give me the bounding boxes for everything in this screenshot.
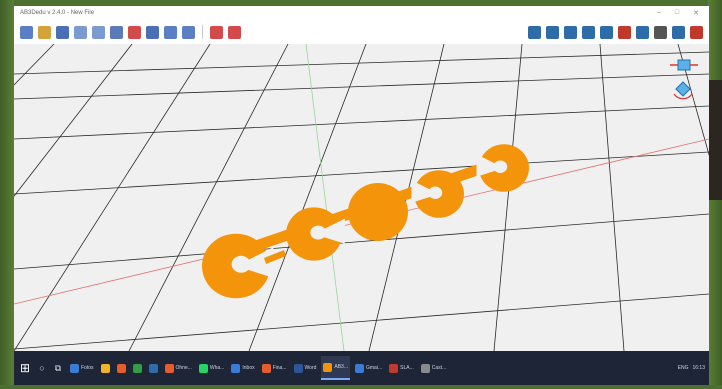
windows-taskbar: ⊞ ○ ⧉ Fotos Ohne... Wha... Inbox Fina... Word… xyxy=(14,351,709,385)
search-icon[interactable]: ○ xyxy=(36,363,48,373)
app-window: AB3Dedu v 2.4.0 - New File – □ ✕ xyxy=(14,6,709,351)
taskbar-app[interactable]: Wha... xyxy=(197,356,226,380)
taskbar-apps: Fotos Ohne... Wha... Inbox Fina... Word AB3...… xyxy=(68,356,448,380)
grid-icon[interactable] xyxy=(672,25,685,39)
scene-canvas[interactable] xyxy=(14,44,709,351)
app-icon xyxy=(293,363,303,373)
app-icon xyxy=(323,362,333,372)
app-icon xyxy=(389,363,399,373)
taskbar-app[interactable]: Ohne... xyxy=(163,356,194,380)
taskbar-app[interactable]: Fotos xyxy=(68,356,96,380)
toolbar-right xyxy=(528,25,703,39)
app-icon xyxy=(116,363,126,373)
share-icon[interactable] xyxy=(546,25,559,39)
app-icon xyxy=(355,363,364,373)
taskbar-app[interactable]: AB3... xyxy=(321,356,350,380)
main-toolbar xyxy=(14,20,709,44)
language-indicator[interactable]: ENG xyxy=(678,365,689,371)
delete-icon[interactable] xyxy=(128,25,141,39)
user-icon[interactable] xyxy=(528,25,541,39)
app-icon xyxy=(100,363,110,373)
app-label: Inbox xyxy=(242,365,255,371)
app-icon xyxy=(231,363,241,373)
app-icon xyxy=(148,363,158,373)
link-hole xyxy=(493,160,508,173)
app-label: Wha... xyxy=(209,365,225,371)
tools-icon[interactable] xyxy=(110,25,123,39)
print-icon[interactable] xyxy=(564,25,577,39)
taskbar-app[interactable] xyxy=(99,356,112,380)
app-label: Gmai... xyxy=(366,365,383,371)
taskbar-app[interactable]: Gmai... xyxy=(353,356,384,380)
system-tray: ENG 16:13 xyxy=(678,365,705,371)
measure-icon[interactable] xyxy=(182,25,195,39)
link-hole xyxy=(231,255,251,273)
cube-icon[interactable] xyxy=(690,25,703,39)
taskbar-app[interactable]: Cast... xyxy=(419,356,448,380)
open-folder-icon[interactable] xyxy=(38,25,51,39)
link-hole xyxy=(428,186,443,199)
app-icon xyxy=(132,363,142,373)
app-icon xyxy=(164,363,174,373)
frame-bottom xyxy=(0,385,722,389)
app-label: AB3... xyxy=(334,364,348,370)
title-bar: AB3Dedu v 2.4.0 - New File – □ ✕ xyxy=(14,6,709,20)
app-label: Cast... xyxy=(431,365,447,371)
app-icon xyxy=(420,363,430,373)
settings-icon[interactable] xyxy=(654,25,667,39)
clock[interactable]: 16:13 xyxy=(692,365,705,371)
group-icon[interactable] xyxy=(146,25,159,39)
taskbar-app[interactable]: Fina... xyxy=(260,356,289,380)
app-label: SLA... xyxy=(400,365,414,371)
undo-icon[interactable] xyxy=(74,25,87,39)
app-label: Fotos xyxy=(81,365,94,371)
taskbar-app[interactable] xyxy=(147,356,160,380)
app-icon xyxy=(261,363,271,373)
app-icon xyxy=(198,363,208,373)
layers-icon[interactable] xyxy=(210,25,223,39)
shield-icon[interactable] xyxy=(618,25,631,39)
copy-icon[interactable] xyxy=(164,25,177,39)
window-controls: – □ ✕ xyxy=(657,9,699,17)
close-button[interactable]: ✕ xyxy=(693,9,699,17)
taskbar-app[interactable]: SLA... xyxy=(387,356,416,380)
frame-left xyxy=(0,0,14,389)
minimize-button[interactable]: – xyxy=(657,9,661,17)
link-hole xyxy=(310,225,327,240)
save-icon[interactable] xyxy=(56,25,69,39)
task-view-icon[interactable]: ⧉ xyxy=(52,363,64,374)
chain-disc xyxy=(348,183,408,241)
app-label: Ohne... xyxy=(175,365,192,371)
window-title: AB3Dedu v 2.4.0 - New File xyxy=(20,10,95,16)
redo-icon[interactable] xyxy=(92,25,105,39)
view-icon[interactable] xyxy=(228,25,241,39)
maximize-button[interactable]: □ xyxy=(675,9,679,17)
taskbar-app[interactable] xyxy=(131,356,144,380)
app-label: Word xyxy=(304,365,317,371)
app-label: Fina... xyxy=(272,365,287,371)
taskbar-app[interactable]: Word xyxy=(292,356,319,380)
taskbar-app[interactable]: Inbox xyxy=(229,356,256,380)
view-cube-icon[interactable] xyxy=(677,59,691,71)
start-button[interactable]: ⊞ xyxy=(18,361,32,375)
3d-viewport[interactable] xyxy=(14,44,709,351)
material-icon[interactable] xyxy=(636,25,649,39)
slice-icon[interactable] xyxy=(582,25,595,39)
new-file-icon[interactable] xyxy=(20,25,33,39)
toolbar-separator xyxy=(202,25,203,39)
background-strip xyxy=(708,80,722,200)
toolbar-left xyxy=(20,25,241,39)
taskbar-app[interactable] xyxy=(115,356,128,380)
fullscreen-icon[interactable] xyxy=(600,25,613,39)
app-icon xyxy=(70,363,79,373)
